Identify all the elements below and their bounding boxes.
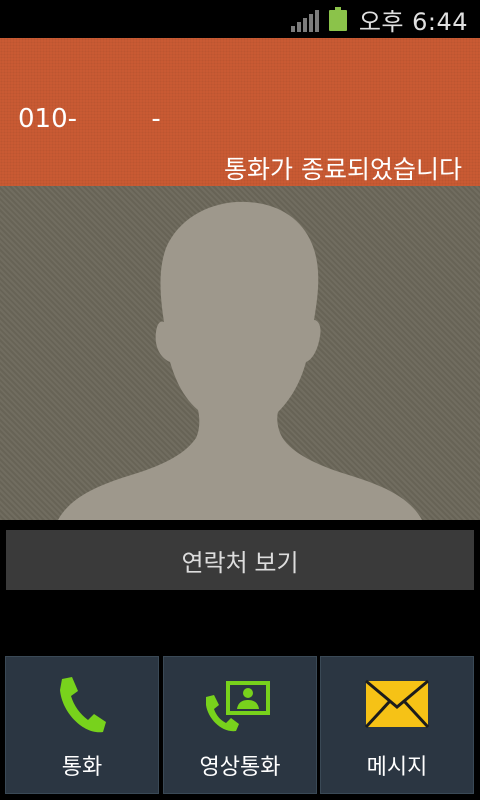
- signal-icon: [290, 6, 319, 32]
- status-right-group: 오후 6:44: [290, 4, 468, 36]
- video-call-button-label: 영상통화: [199, 755, 281, 780]
- view-contact-button[interactable]: 연락처 보기: [6, 530, 474, 590]
- message-button-label: 메시지: [366, 755, 428, 780]
- status-time: 오후 6:44: [358, 7, 468, 36]
- phone-number: 010- -: [18, 104, 161, 134]
- status-bar: 오후 6:44: [0, 0, 480, 38]
- call-actions: 통화 영상통화 메시지: [0, 656, 480, 794]
- call-button-label: 통화: [61, 755, 103, 780]
- call-status: 통화가 종료되었습니다: [224, 155, 462, 184]
- message-button[interactable]: 메시지: [320, 656, 474, 794]
- video-call-icon: [206, 681, 270, 732]
- battery-icon: [328, 7, 347, 31]
- person-silhouette-icon: [58, 201, 422, 520]
- phone-icon: [60, 677, 106, 733]
- contact-photo: [0, 186, 480, 520]
- call-button[interactable]: 통화: [5, 656, 159, 794]
- envelope-icon: [364, 679, 430, 729]
- call-header: 010- - 통화가 종료되었습니다: [0, 38, 480, 186]
- video-call-button[interactable]: 영상통화: [163, 656, 317, 794]
